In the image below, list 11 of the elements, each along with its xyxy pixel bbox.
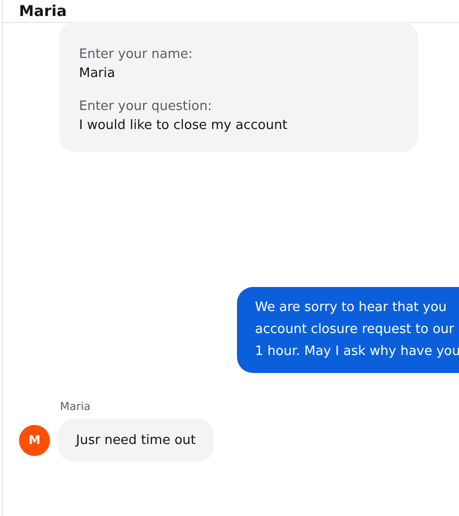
sender-name: Maria [60, 399, 92, 415]
message-text: We are sorry to hear that you [255, 299, 448, 317]
field-value: Maria [79, 65, 116, 83]
chat-title: Maria [19, 2, 67, 20]
field-label: Enter your name: [79, 46, 194, 64]
field-value: I would like to close my account [79, 117, 288, 135]
avatar: M [19, 424, 50, 456]
message-text: 1 hour. May I ask why have you [255, 343, 459, 361]
message-bubble: Jusr need time out [58, 418, 214, 462]
message-text: account closure request to our [255, 321, 456, 339]
field-label: Enter your question: [79, 98, 213, 116]
